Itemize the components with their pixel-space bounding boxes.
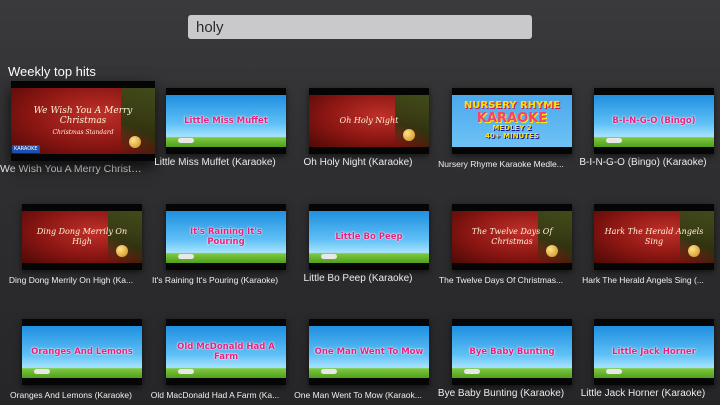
video-title: Oranges And Lemons (Karaoke) — [10, 390, 132, 400]
video-title: Oh Holy Night (Karaoke) — [303, 157, 413, 168]
video-tile[interactable]: One Man Went To Mow One Man Went To Mow (… — [287, 319, 429, 400]
video-tile[interactable]: We Wish You A Merry Christmas Christmas S… — [0, 81, 155, 175]
video-thumbnail[interactable]: NURSERY RHYME KARAOKE MEDLEY 2 40+ MINUTES — [452, 88, 572, 154]
thumbnail-title: The Twelve Days Of Christmas — [471, 227, 553, 246]
video-tile[interactable]: Little Bo Peep Little Bo Peep (Karaoke) — [287, 204, 429, 284]
video-title: B-I-N-G-O (Bingo) (Karaoke) — [579, 157, 707, 168]
video-thumbnail[interactable]: Little Miss Muffet — [166, 88, 286, 154]
video-thumbnail[interactable]: B-I-N-G-O (Bingo) — [594, 88, 714, 154]
thumbnail-subtitle: Christmas Standard — [52, 129, 114, 137]
video-thumbnail[interactable]: Old McDonald Had A Farm — [166, 319, 286, 385]
search-input[interactable] — [188, 15, 532, 39]
video-tile[interactable]: B-I-N-G-O (Bingo) B-I-N-G-O (Bingo) (Kara… — [572, 88, 714, 168]
video-title: Hark The Herald Angels Sing (... — [582, 275, 704, 285]
thumbnail-title: It's Raining It's Pouring — [190, 227, 262, 247]
video-thumbnail[interactable]: Little Jack Horner — [594, 319, 714, 385]
video-title: Ding Dong Merrily On High (Ka... — [8, 275, 134, 285]
thumbnail-title: Little Jack Horner — [612, 347, 696, 357]
video-tile[interactable]: It's Raining It's Pouring It's Raining It… — [144, 204, 286, 285]
video-tile[interactable]: Hark The Herald Angels Sing Hark The Hera… — [572, 204, 714, 285]
video-thumbnail[interactable]: Bye Baby Bunting — [452, 319, 572, 385]
video-thumbnail[interactable]: It's Raining It's Pouring — [166, 204, 286, 270]
video-thumbnail[interactable]: Oranges And Lemons — [22, 319, 142, 385]
section-title: Weekly top hits — [8, 64, 96, 79]
thumbnail-title: Ding Dong Merrily On High — [36, 227, 128, 246]
video-tile[interactable]: Old McDonald Had A Farm Old MacDonald Had… — [144, 319, 286, 400]
video-title: Old MacDonald Had A Farm (Ka... — [150, 390, 280, 400]
video-tile[interactable]: NURSERY RHYME KARAOKE MEDLEY 2 40+ MINUTES N… — [430, 88, 572, 169]
karaoke-logo-badge: KARAOKE — [12, 145, 40, 153]
video-thumbnail[interactable]: One Man Went To Mow — [309, 319, 429, 385]
video-tile[interactable]: Little Jack Horner Little Jack Horner (Ka… — [572, 319, 714, 399]
video-title: Little Bo Peep (Karaoke) — [303, 273, 413, 284]
thumbnail-title: Oh Holy Night — [339, 116, 399, 126]
video-title: Nursery Rhyme Karaoke Medle... — [438, 159, 564, 169]
thumbnail-title: Oranges And Lemons — [31, 347, 133, 357]
video-tile[interactable]: Ding Dong Merrily On High Ding Dong Merri… — [0, 204, 142, 285]
video-thumbnail[interactable]: Hark The Herald Angels Sing — [594, 204, 714, 270]
video-title: Little Miss Muffet (Karaoke) — [154, 157, 276, 168]
thumbnail-title: Bye Baby Bunting — [469, 347, 555, 357]
video-thumbnail[interactable]: The Twelve Days Of Christmas — [452, 204, 572, 270]
thumbnail-title: Little Miss Muffet — [184, 116, 268, 126]
video-title: We Wish You A Merry Christm... — [0, 163, 142, 175]
video-title: It's Raining It's Pouring (Karaoke) — [151, 275, 279, 285]
video-tile[interactable]: Little Miss Muffet Little Miss Muffet (Ka… — [144, 88, 286, 168]
thumbnail-title: One Man Went To Mow — [314, 347, 424, 357]
thumbnail-title: Little Bo Peep — [335, 232, 403, 242]
video-thumbnail[interactable]: Oh Holy Night — [309, 88, 429, 154]
video-title: The Twelve Days Of Christmas... — [438, 275, 564, 285]
video-thumbnail[interactable]: Little Bo Peep — [309, 204, 429, 270]
video-thumbnail[interactable]: Ding Dong Merrily On High — [22, 204, 142, 270]
thumbnail-title: B-I-N-G-O (Bingo) — [612, 116, 696, 126]
thumbnail-title-2: KARAOKE — [476, 110, 548, 126]
video-tile[interactable]: Oh Holy Night Oh Holy Night (Karaoke) — [287, 88, 429, 168]
video-title: One Man Went To Mow (Karaok... — [294, 390, 422, 400]
video-title: Bye Baby Bunting (Karaoke) — [437, 388, 565, 399]
thumbnail-title: We Wish You A Merry Christmas — [33, 105, 133, 127]
video-title: Little Jack Horner (Karaoke) — [580, 388, 706, 399]
thumbnail-subtitle-2: 40+ MINUTES — [485, 132, 539, 141]
thumbnail-title: Hark The Herald Angels Sing — [604, 227, 704, 246]
video-tile[interactable]: The Twelve Days Of Christmas The Twelve D… — [430, 204, 572, 285]
video-tile[interactable]: Bye Baby Bunting Bye Baby Bunting (Karaok… — [430, 319, 572, 399]
video-thumbnail[interactable]: We Wish You A Merry Christmas Christmas S… — [11, 81, 155, 161]
thumbnail-title: Old McDonald Had A Farm — [177, 342, 275, 362]
video-tile[interactable]: Oranges And Lemons Oranges And Lemons (Ka… — [0, 319, 142, 400]
